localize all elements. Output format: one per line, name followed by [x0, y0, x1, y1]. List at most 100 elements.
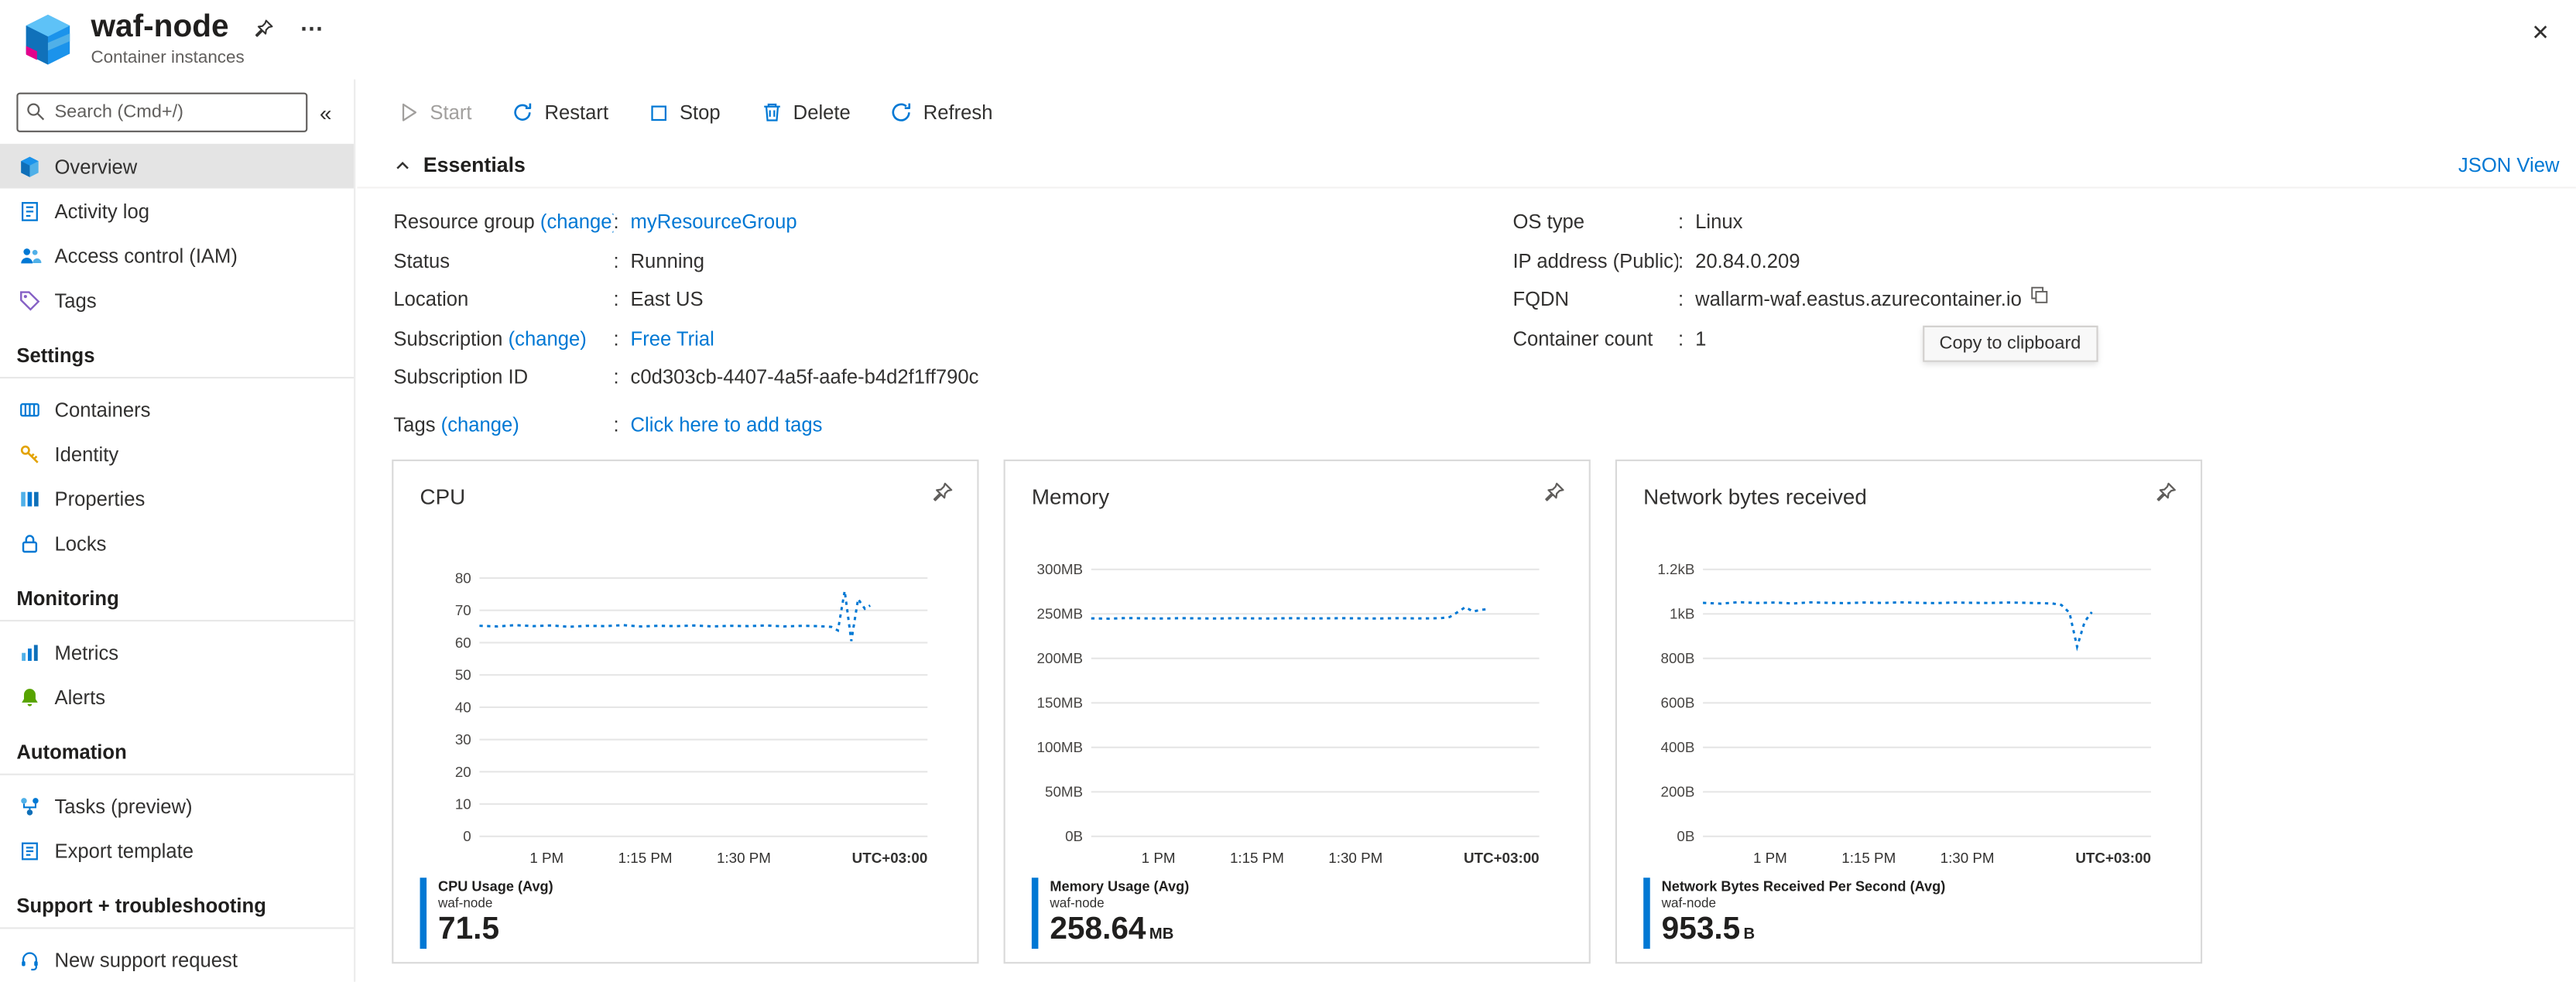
colon: [1678, 320, 1684, 358]
colon: [613, 242, 618, 281]
metrics-icon: [16, 640, 41, 665]
restart-button[interactable]: Restart: [512, 101, 608, 124]
svg-text:1:15 PM: 1:15 PM: [618, 850, 673, 866]
sidebar-heading-support: Support + troubleshooting: [0, 873, 354, 929]
memory-metric-card[interactable]: Memory 300MB250MB200MB150MB100MB50MB0B1 …: [1004, 460, 1591, 963]
change-link[interactable]: (change): [540, 210, 614, 233]
memory-chart-plot: 300MB250MB200MB150MB100MB50MB0B1 PM1:15 …: [1019, 542, 1579, 893]
legend-resource-name: waf-node: [1662, 896, 1946, 911]
svg-text:1:30 PM: 1:30 PM: [717, 850, 771, 866]
metric-cards-row: CPU 807060504030201001 PM1:15 PM1:30 PMU…: [392, 460, 2202, 963]
properties-icon: [16, 486, 41, 511]
svg-text:30: 30: [455, 731, 471, 748]
cpu-metric-card[interactable]: CPU 807060504030201001 PM1:15 PM1:30 PMU…: [392, 460, 978, 963]
svg-text:70: 70: [455, 602, 471, 618]
sidebar-item-label: New support request: [54, 948, 238, 971]
svg-text:60: 60: [455, 635, 471, 651]
sidebar-item-metrics[interactable]: Metrics: [0, 630, 354, 675]
sidebar-item-properties[interactable]: Properties: [0, 476, 354, 521]
copy-icon[interactable]: [2028, 281, 2050, 320]
cpu-chart-plot: 807060504030201001 PM1:15 PM1:30 PMUTC+0…: [406, 542, 967, 893]
pin-chart-icon[interactable]: [1543, 481, 1566, 513]
sidebar-item-label: Properties: [54, 487, 145, 510]
stop-icon: [648, 101, 670, 123]
svg-text:50: 50: [455, 667, 471, 683]
restart-button-label: Restart: [544, 101, 608, 124]
sidebar-item-alerts[interactable]: Alerts: [0, 674, 354, 719]
svg-text:400B: 400B: [1661, 739, 1695, 755]
alerts-icon: [16, 684, 41, 709]
change-link[interactable]: (change): [509, 327, 587, 350]
sidebar-item-export-template[interactable]: Export template: [0, 828, 354, 873]
sidebar-item-containers[interactable]: Containers: [0, 387, 354, 432]
essentials-row-fqdn: FQDN wallarm-waf.eastus.azurecontainer.i…: [1512, 281, 2050, 320]
delete-button-label: Delete: [793, 101, 851, 124]
legend-series-name: CPU Usage (Avg): [438, 878, 553, 894]
sidebar-item-overview[interactable]: Overview: [0, 144, 354, 189]
svg-text:0B: 0B: [1065, 828, 1083, 844]
pin-icon[interactable]: [254, 17, 276, 39]
colon: [1678, 204, 1684, 242]
sidebar-item-tasks[interactable]: Tasks (preview): [0, 783, 354, 828]
os-type-value: Linux: [1695, 204, 1742, 242]
colon: [613, 359, 618, 398]
refresh-button[interactable]: Refresh: [890, 101, 992, 124]
value-unit: MB: [1149, 926, 1174, 943]
chevron-up-icon[interactable]: [393, 156, 411, 174]
location-value: East US: [631, 281, 704, 320]
stop-button[interactable]: Stop: [648, 101, 720, 124]
svg-text:UTC+03:00: UTC+03:00: [2075, 850, 2151, 866]
essentials-row-tags: Tags (change) Click here to add tags: [393, 405, 1512, 444]
essentials-row-status: Status Running: [393, 242, 1512, 281]
essentials-row-subscription-id: Subscription ID c0d303cb-4407-4a5f-aafe-…: [393, 359, 1512, 398]
field-label: Subscription ID: [393, 365, 528, 388]
delete-button[interactable]: Delete: [760, 101, 851, 124]
containers-icon: [16, 397, 41, 422]
resource-group-link[interactable]: myResourceGroup: [631, 204, 797, 242]
sidebar-item-label: Tags: [54, 289, 96, 312]
close-icon[interactable]: ✕: [2531, 20, 2549, 46]
status-value: Running: [631, 242, 704, 281]
sidebar-item-identity[interactable]: Identity: [0, 431, 354, 476]
svg-text:UTC+03:00: UTC+03:00: [852, 850, 928, 866]
network-chart-plot: 1.2kB1kB800B600B400B200B0B1 PM1:15 PM1:3…: [1630, 542, 2191, 893]
field-label: Tags: [393, 412, 435, 436]
field-label: Location: [393, 288, 468, 311]
svg-text:50MB: 50MB: [1045, 784, 1083, 800]
svg-text:1kB: 1kB: [1670, 606, 1694, 622]
network-metric-card[interactable]: Network bytes received 1.2kB1kB800B600B4…: [1615, 460, 2202, 963]
pin-chart-icon[interactable]: [2154, 481, 2177, 513]
play-icon: [397, 101, 420, 124]
chart-title: Network bytes received: [1643, 484, 1867, 509]
pin-chart-icon[interactable]: [931, 481, 954, 513]
essentials-body: Resource group (change) myResourceGroup …: [357, 189, 2576, 445]
sidebar-item-label: Access control (IAM): [54, 244, 237, 267]
field-label: Container count: [1512, 327, 1653, 350]
sidebar-heading-monitoring: Monitoring: [0, 566, 354, 622]
search-input[interactable]: [16, 93, 307, 132]
legend-color-bar: [1643, 878, 1650, 949]
more-options-icon[interactable]: ⋯: [300, 14, 324, 42]
collapse-sidebar-icon[interactable]: «: [307, 100, 344, 125]
colon: [613, 204, 618, 242]
start-button[interactable]: Start: [397, 101, 472, 124]
support-headset-icon: [16, 947, 41, 972]
sidebar-item-tags[interactable]: Tags: [0, 278, 354, 323]
ip-address-value: 20.84.0.209: [1695, 242, 1800, 281]
sidebar-item-new-support-request[interactable]: New support request: [0, 937, 354, 982]
sidebar-item-locks[interactable]: Locks: [0, 521, 354, 566]
change-link[interactable]: (change): [441, 412, 519, 436]
essentials-title[interactable]: Essentials: [423, 154, 526, 177]
subscription-link[interactable]: Free Trial: [631, 320, 714, 358]
svg-text:800B: 800B: [1661, 650, 1695, 666]
svg-text:UTC+03:00: UTC+03:00: [1464, 850, 1540, 866]
page-title: waf-node: [91, 12, 228, 45]
sidebar-item-access-control[interactable]: Access control (IAM): [0, 233, 354, 278]
legend-color-bar: [420, 878, 427, 949]
colon: [1678, 242, 1684, 281]
add-tags-link[interactable]: Click here to add tags: [631, 405, 823, 444]
value-number: 953.5: [1662, 912, 1741, 947]
json-view-link[interactable]: JSON View: [2458, 154, 2560, 177]
sidebar-item-activity-log[interactable]: Activity log: [0, 189, 354, 234]
svg-text:250MB: 250MB: [1037, 606, 1084, 622]
